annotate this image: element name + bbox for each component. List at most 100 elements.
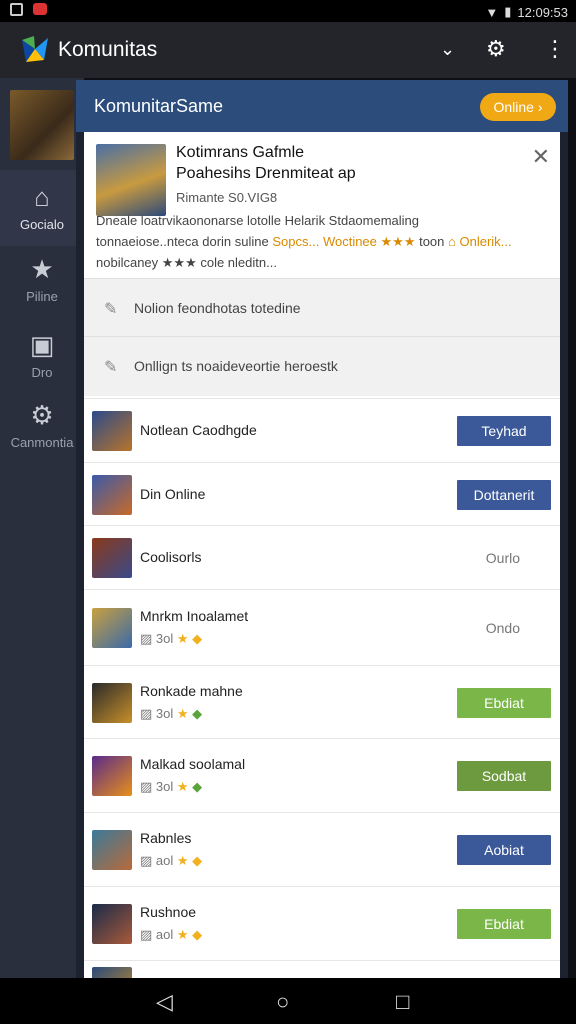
game-action-button[interactable]: Ebdiat — [457, 909, 551, 939]
game-thumbnail — [92, 682, 132, 723]
description-line: tonnaeiose..nteca dorin suline Sopcs... … — [96, 231, 548, 252]
close-icon[interactable]: ✕ — [532, 144, 550, 170]
panel-title: KomunitarSame — [94, 96, 224, 116]
game-name: Malkad soolamal — [140, 756, 246, 772]
list-item[interactable]: Notlean Caodhgde Teyhad — [84, 398, 560, 462]
description-line: nobilcaney ★★★ cole nleditn... — [96, 255, 277, 270]
game-name: Ronkade mahne — [140, 682, 243, 699]
featured-game-subtitle: Poahesihs Drenmiteat ap — [176, 165, 356, 182]
list-item[interactable] — [84, 960, 560, 978]
message-icon: ▣ — [29, 330, 55, 360]
list-item[interactable]: Malkad soolamal ▨ 3ol ★ ◆ Sodbat — [84, 738, 560, 812]
game-status: Ondo — [485, 620, 520, 636]
game-action-button[interactable]: Dottanerit — [457, 479, 551, 510]
game-name: Din Online — [140, 485, 206, 502]
game-name: Notlean Caodhgde — [140, 422, 257, 438]
description-highlight: Sopcs... Woctinee ★★★ — [272, 234, 420, 249]
list-item[interactable]: Ronkade mahne ▨ 3ol ★ ◆ Ebdiat — [84, 665, 560, 738]
pencil-icon: ✎ — [104, 301, 118, 318]
list-item[interactable]: Rushnoe ▨ aol ★ ◆ Ebdiat — [84, 886, 560, 960]
compose-prompt[interactable]: ✎ Nolion feondhotas totedine — [84, 278, 560, 338]
description-highlight: ⌂ Onlerik... — [448, 234, 512, 249]
star-icon: ★ — [173, 853, 193, 868]
game-meta: ▨ 3ol ★ ◆ — [140, 706, 202, 722]
game-action-button[interactable]: Teyhad — [457, 416, 551, 446]
description-text: tonnaeiose..nteca dorin suline — [96, 234, 273, 249]
sidebar-item-piline[interactable]: ★ Piline — [0, 250, 84, 322]
star-icon: ★ — [173, 779, 193, 794]
sidebar-item-label: Dro — [31, 365, 53, 380]
game-thumbnail — [92, 608, 132, 648]
status-time: 12:09:53 — [517, 4, 568, 20]
game-action-button[interactable]: Ebdiat — [457, 687, 551, 718]
list-item[interactable]: Din Online Dottanerit — [84, 462, 560, 525]
game-name: Coolisorls — [140, 549, 202, 565]
list-item[interactable]: Rabnles ▨ aol ★ ◆ Aobiat — [84, 812, 560, 886]
featured-game-title: Kotimrans Gafmle — [176, 144, 305, 161]
app-bar: Komunitas ⌄ ⚙ ⋮ — [0, 22, 576, 78]
featured-game[interactable]: Kotimrans Gafmle Poahesihs Drenmiteat ap… — [84, 132, 560, 278]
game-meta: ▨ 3ol ★ ◆ — [140, 631, 202, 647]
game-status: Ourlo — [485, 550, 520, 566]
compose-prompt[interactable]: ✎ Onllign ts noaideveortie heroestk — [84, 336, 560, 396]
game-meta-text: 3ol — [155, 631, 174, 646]
home-circle-icon[interactable]: ○ — [276, 989, 289, 1015]
list-item[interactable]: Mnrkm Inoalamet ▨ 3ol ★ ◆ Ondo — [84, 589, 560, 665]
sidebar-item-gocialo[interactable]: ⌂ Gocialo — [0, 170, 84, 246]
home-icon: ⌂ — [34, 182, 50, 212]
game-meta-text: aol — [155, 927, 174, 942]
online-button[interactable]: Online › — [480, 93, 556, 121]
panel-header: KomunitarSame Online › — [76, 80, 568, 132]
sidebar-item-canmontia[interactable]: ⚙ Canmontia — [0, 396, 84, 468]
star-icon: ★ — [173, 705, 193, 721]
description-text: toon — [419, 234, 449, 249]
game-name: Mnrkm Inoalamet — [140, 608, 249, 624]
featured-game-description: Dneale loatrvikaononarse lotolle Helarik… — [96, 210, 548, 273]
badge-icon: ◆ — [192, 779, 203, 794]
game-thumbnail — [92, 756, 132, 796]
settings-gears-icon: ⚙ — [30, 400, 54, 430]
battery-icon: ▮ — [504, 4, 512, 19]
description-line: Dneale loatrvikaononarse lotolle Helarik… — [96, 213, 420, 228]
avatar[interactable] — [10, 90, 74, 160]
recent-apps-icon[interactable]: □ — [396, 989, 409, 1015]
more-vertical-icon[interactable]: ⋮ — [544, 36, 566, 62]
edit-square-icon: ▨ — [140, 779, 156, 794]
game-thumbnail — [92, 538, 132, 578]
star-icon: ★ — [30, 254, 54, 284]
edit-square-icon: ▨ — [140, 705, 156, 721]
game-name: Rabnles — [140, 830, 192, 846]
gear-icon[interactable]: ⚙ — [486, 36, 506, 62]
badge-icon: ◆ — [192, 631, 203, 646]
chevron-down-icon[interactable]: ⌄ — [440, 39, 455, 60]
sidebar-item-label: Gocialo — [19, 217, 65, 232]
status-bar: ▼ ▮ 12:09:53 — [0, 0, 576, 22]
sidebar-item-dro[interactable]: ▣ Dro — [0, 326, 84, 398]
featured-game-meta: Rimante S0.VIG8 — [176, 190, 278, 205]
game-meta: ▨ aol ★ ◆ — [140, 853, 202, 869]
compose-prompt-text: Nolion feondhotas totedine — [134, 300, 301, 316]
edit-square-icon: ▨ — [140, 853, 156, 868]
game-meta: ▨ aol ★ ◆ — [140, 927, 202, 943]
navigation-bar: ◁ ○ □ — [0, 978, 576, 1024]
badge-icon: ◆ — [192, 853, 203, 868]
wifi-icon: ▼ — [485, 4, 499, 20]
back-icon[interactable]: ◁ — [156, 989, 173, 1015]
game-meta-text: aol — [155, 853, 174, 868]
game-thumbnail — [92, 830, 132, 870]
app-logo-icon — [22, 36, 48, 62]
star-icon: ★ — [173, 927, 193, 942]
game-meta: ▨ 3ol ★ ◆ — [140, 779, 202, 795]
game-meta-text: 3ol — [155, 779, 174, 794]
list-item[interactable]: Coolisorls Ourlo — [84, 525, 560, 589]
sidebar: ⌂ Gocialo ★ Piline ▣ Dro ⚙ Canmontia — [0, 78, 84, 978]
game-action-button[interactable]: Aobiat — [457, 835, 551, 865]
game-thumbnail — [92, 904, 132, 944]
game-name: Rushnoe — [140, 904, 197, 920]
badge-icon: ◆ — [192, 927, 203, 942]
game-meta-text: 3ol — [155, 705, 174, 721]
badge-icon: ◆ — [192, 705, 203, 721]
app-notification-icon — [33, 3, 47, 15]
game-action-button[interactable]: Sodbat — [457, 761, 551, 791]
sidebar-item-label: Canmontia — [10, 435, 74, 450]
